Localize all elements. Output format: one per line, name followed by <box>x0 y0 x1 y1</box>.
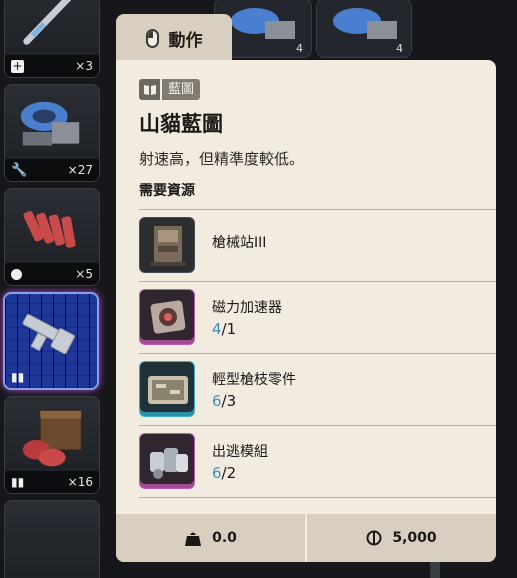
slot-footer: ▮▮ ×16 <box>5 471 99 493</box>
requirement-name: 輕型槍枝零件 <box>212 372 296 388</box>
slot-footer: + ×3 <box>5 55 99 77</box>
needed-count: /1 <box>221 320 237 338</box>
item-stats-bar: 0.0 5,000 <box>116 514 496 562</box>
slot-count: ×3 <box>75 59 93 73</box>
action-tab-label: 動作 <box>168 30 203 51</box>
owned-count: 4 <box>212 320 222 338</box>
item-title: 山貓藍圖 <box>139 112 223 136</box>
magnetic-accelerator-icon <box>139 289 195 345</box>
ammo-icon: ▮▮ <box>11 475 25 489</box>
gun-blueprint-icon <box>22 313 75 355</box>
slot-count: ×27 <box>67 163 93 177</box>
slot-count: ×16 <box>67 475 93 489</box>
grenade-icon <box>11 268 22 280</box>
requirement-name: 槍械站III <box>212 235 267 251</box>
coin-icon <box>366 530 382 546</box>
requirement-count: 6/2 <box>212 464 236 482</box>
inventory-slot-explosive[interactable]: ×5 <box>4 188 100 286</box>
blueprint-book-icon <box>139 79 160 100</box>
item-description: 射速高，但精準度較低。 <box>139 150 305 168</box>
slot-count: 4 <box>396 42 403 55</box>
divider <box>139 497 496 498</box>
slot-footer: 🔧 ×27 <box>5 159 99 181</box>
inventory-slot-empty[interactable] <box>4 500 100 578</box>
mouse-icon <box>145 28 159 48</box>
divider <box>139 209 496 210</box>
divider <box>139 281 496 282</box>
light-gun-parts-icon <box>139 361 195 417</box>
syringe-icon <box>23 0 72 45</box>
requirement-count: 6/3 <box>212 392 236 410</box>
weight-icon <box>185 532 202 546</box>
weight-stat: 0.0 <box>116 514 305 562</box>
requirement-row: 輕型槍枝零件 6/3 <box>139 357 496 417</box>
explosive-sticks-icon <box>23 210 76 248</box>
ammo-box-icon <box>22 410 82 467</box>
needed-count: /3 <box>221 392 237 410</box>
requirement-row: 槍械站III <box>139 213 496 273</box>
inventory-slot-syringe[interactable]: + ×3 <box>4 0 100 78</box>
requirement-name: 磁力加速器 <box>212 300 282 316</box>
slot-footer: ×5 <box>5 263 99 285</box>
divider <box>139 353 496 354</box>
inventory-slot-lynx-blueprint[interactable]: ▮▮ <box>3 292 99 390</box>
escape-module-icon <box>139 433 195 489</box>
blueprint-icon: ▮▮ <box>11 370 25 384</box>
requirement-row: 磁力加速器 4/1 <box>139 285 496 345</box>
machine-part-icon <box>20 101 80 146</box>
requirement-name: 出逃模組 <box>212 444 268 460</box>
slot-footer: ▮▮ <box>5 366 97 388</box>
slot-count: 4 <box>296 42 303 55</box>
item-tooltip: 藍圖 山貓藍圖 射速高，但精準度較低。 需要資源 槍械站III 磁力加速器 4/… <box>116 60 496 562</box>
requirement-row: 出逃模組 6/2 <box>139 429 496 489</box>
price-stat: 5,000 <box>307 514 496 562</box>
requirements-header: 需要資源 <box>139 183 195 199</box>
machine-part-icon <box>333 8 397 39</box>
category-label: 藍圖 <box>162 79 201 100</box>
inventory-slot-partial[interactable]: 4 <box>316 0 412 58</box>
inventory-slot-machine-part[interactable]: 🔧 ×27 <box>4 84 100 182</box>
inventory-slot-ammo[interactable]: ▮▮ ×16 <box>4 396 100 494</box>
requirement-count: 4/1 <box>212 320 236 338</box>
category-badge: 藍圖 <box>139 79 201 100</box>
needed-count: /2 <box>221 464 237 482</box>
machine-part-icon <box>231 8 295 39</box>
plus-icon: + <box>11 58 24 73</box>
wrench-icon: 🔧 <box>11 162 28 178</box>
gun-workbench-icon <box>139 217 195 273</box>
action-tab[interactable]: 動作 <box>116 14 232 62</box>
owned-count: 6 <box>212 392 222 410</box>
weight-value: 0.0 <box>212 530 237 546</box>
divider <box>139 425 496 426</box>
slot-count: ×5 <box>75 267 93 281</box>
price-value: 5,000 <box>392 530 437 546</box>
owned-count: 6 <box>212 464 222 482</box>
